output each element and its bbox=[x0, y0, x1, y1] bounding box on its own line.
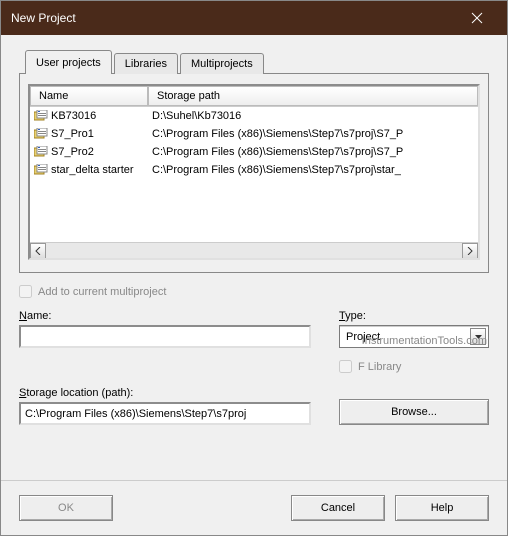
watermark: InstrumentationTools.com bbox=[362, 335, 487, 347]
dialog-footer: OK Cancel Help bbox=[1, 480, 507, 535]
add-to-multiproject-checkbox bbox=[19, 285, 32, 298]
project-icon bbox=[34, 164, 48, 176]
project-icon bbox=[34, 128, 48, 140]
list-rows: KB73016D:\Suhel\Kb73016S7_Pro1C:\Program… bbox=[30, 107, 478, 242]
dialog-body: User projects Libraries Multiprojects Na… bbox=[1, 35, 507, 480]
tab-panel: Name Storage path KB73016D:\Suhel\Kb7301… bbox=[19, 73, 489, 273]
f-library-row: F Library bbox=[339, 360, 489, 373]
add-to-multiproject-row: Add to current multiproject bbox=[19, 285, 489, 298]
table-row[interactable]: S7_Pro2C:\Program Files (x86)\Siemens\St… bbox=[30, 143, 478, 161]
project-list[interactable]: Name Storage path KB73016D:\Suhel\Kb7301… bbox=[28, 84, 480, 260]
table-row[interactable]: KB73016D:\Suhel\Kb73016 bbox=[30, 107, 478, 125]
cell-name: S7_Pro2 bbox=[34, 146, 152, 158]
window-title: New Project bbox=[11, 11, 457, 25]
table-row[interactable]: star_delta starterC:\Program Files (x86)… bbox=[30, 161, 478, 179]
list-header: Name Storage path bbox=[30, 86, 478, 107]
scroll-right-button[interactable] bbox=[462, 243, 478, 259]
type-label: Type: bbox=[339, 310, 489, 322]
name-label: Name: bbox=[19, 310, 311, 322]
scroll-left-button[interactable] bbox=[30, 243, 46, 259]
close-button[interactable] bbox=[457, 1, 497, 35]
name-input[interactable] bbox=[19, 325, 311, 348]
cancel-button[interactable]: Cancel bbox=[291, 495, 385, 521]
help-button[interactable]: Help bbox=[395, 495, 489, 521]
tab-libraries[interactable]: Libraries bbox=[114, 53, 178, 74]
cell-path: C:\Program Files (x86)\Siemens\Step7\s7p… bbox=[152, 146, 474, 158]
storage-label: Storage location (path): bbox=[19, 387, 311, 399]
browse-button[interactable]: Browse... bbox=[339, 399, 489, 425]
f-library-label: F Library bbox=[358, 361, 401, 373]
close-icon bbox=[471, 12, 483, 24]
h-scrollbar[interactable] bbox=[30, 242, 478, 258]
cell-name: S7_Pro1 bbox=[34, 128, 152, 140]
chevron-right-icon bbox=[467, 247, 473, 255]
storage-row: Storage location (path): Browse... bbox=[19, 387, 489, 425]
storage-input[interactable] bbox=[19, 402, 311, 425]
dialog-window: New Project User projects Libraries Mult… bbox=[0, 0, 508, 536]
table-row[interactable]: S7_Pro1C:\Program Files (x86)\Siemens\St… bbox=[30, 125, 478, 143]
cell-name: KB73016 bbox=[34, 110, 152, 122]
tab-user-projects[interactable]: User projects bbox=[25, 50, 112, 74]
project-icon bbox=[34, 110, 48, 122]
tab-bar: User projects Libraries Multiprojects bbox=[25, 49, 489, 73]
add-to-multiproject-label: Add to current multiproject bbox=[38, 286, 166, 298]
cell-path: C:\Program Files (x86)\Siemens\Step7\s7p… bbox=[152, 128, 474, 140]
chevron-left-icon bbox=[35, 247, 41, 255]
ok-button: OK bbox=[19, 495, 113, 521]
col-path-header[interactable]: Storage path bbox=[148, 86, 478, 106]
titlebar: New Project bbox=[1, 1, 507, 35]
f-library-checkbox bbox=[339, 360, 352, 373]
cell-path: D:\Suhel\Kb73016 bbox=[152, 110, 474, 122]
project-icon bbox=[34, 146, 48, 158]
cell-name: star_delta starter bbox=[34, 164, 152, 176]
scroll-track[interactable] bbox=[46, 243, 462, 259]
tab-multiprojects[interactable]: Multiprojects bbox=[180, 53, 264, 74]
cell-path: C:\Program Files (x86)\Siemens\Step7\s7p… bbox=[152, 164, 474, 176]
col-name-header[interactable]: Name bbox=[30, 86, 148, 106]
